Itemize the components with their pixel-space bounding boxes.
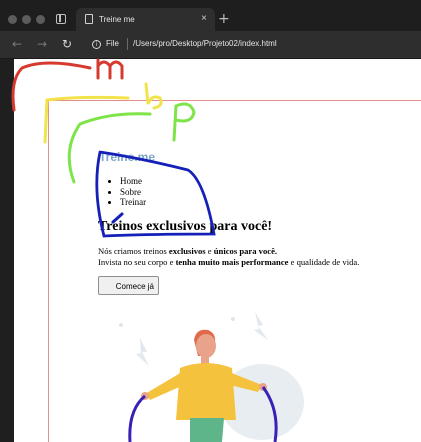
hero-illustration: [11, 58, 304, 442]
red-annotation-stroke: [11, 61, 92, 112]
annotation-letter-m: [96, 58, 124, 80]
head: [196, 334, 216, 358]
jump-rope: [128, 394, 147, 442]
decor-dot: [119, 323, 123, 327]
green-annotation-stroke: [67, 112, 152, 184]
blue-annotation-stroke: [111, 212, 124, 224]
decor-dot: [231, 317, 235, 321]
annotation-letter-b: [144, 82, 163, 110]
pants: [190, 418, 224, 442]
annotation-letter-p: [172, 102, 196, 142]
blue-annotation-stroke: [95, 150, 216, 238]
neck: [201, 356, 209, 364]
shirt: [176, 363, 236, 420]
yellow-annotation-stroke: [43, 95, 130, 144]
lightning-icon: [136, 338, 149, 366]
lightning-icon: [254, 312, 268, 340]
